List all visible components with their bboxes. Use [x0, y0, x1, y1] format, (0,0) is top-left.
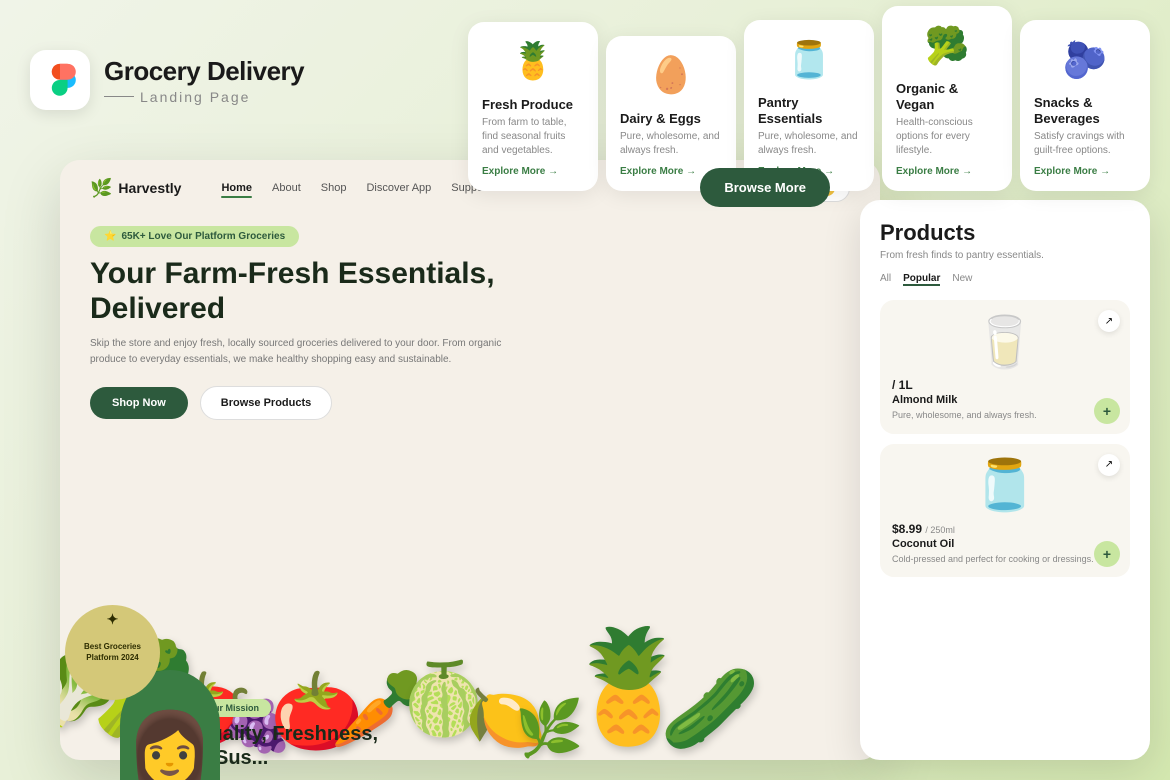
pantry-image: 🫙 [774, 32, 844, 87]
category-cards: 🍍 Fresh Produce From farm to table, find… [448, 0, 1170, 191]
fresh-produce-image: 🍍 [498, 34, 568, 89]
nav-logo-icon: 🌿 [90, 178, 112, 199]
nav-link-about[interactable]: About [272, 182, 301, 194]
dairy-eggs-title: Dairy & Eggs [620, 111, 701, 127]
coconut-oil-price: $8.99 / 250ml [892, 522, 1118, 536]
app-title: Grocery Delivery [104, 56, 304, 87]
almond-milk-desc: Pure, wholesome, and always fresh. [892, 410, 1118, 422]
our-mission-title: Quality, Freshness, & Sus... [195, 722, 378, 770]
person-emoji: 👩 [126, 708, 213, 780]
coconut-oil-desc: Cold-pressed and perfect for cooking or … [892, 554, 1118, 566]
nav-logo: 🌿 Harvestly [90, 178, 181, 199]
products-tab-all[interactable]: All [880, 273, 891, 286]
fresh-produce-desc: From farm to table, find seasonal fruits… [482, 116, 584, 158]
products-tab-popular[interactable]: Popular [903, 273, 940, 286]
mission-badge-text: Best Groceries Platform 2024 [78, 642, 148, 663]
pantry-title: Pantry Essentials [758, 95, 860, 126]
browse-more-button[interactable]: Browse More [700, 168, 830, 207]
hero-description: Skip the store and enjoy fresh, locally … [90, 336, 510, 368]
product-card-almond-milk: ↗ 🥛 / 1L Almond Milk Pure, wholesome, an… [880, 300, 1130, 434]
hero-star-icon: ⭐ [104, 231, 116, 242]
organic-image: 🥦 [912, 18, 982, 73]
dairy-eggs-desc: Pure, wholesome, and always fresh. [620, 130, 722, 158]
fresh-produce-explore[interactable]: Explore More → [482, 166, 558, 177]
category-card-fresh-produce[interactable]: 🍍 Fresh Produce From farm to table, find… [468, 22, 598, 192]
product-card-almond-arrow[interactable]: ↗ [1098, 310, 1120, 332]
nav-link-shop[interactable]: Shop [321, 182, 347, 194]
fresh-produce-title: Fresh Produce [482, 97, 573, 113]
pantry-desc: Pure, wholesome, and always fresh. [758, 130, 860, 158]
dairy-eggs-explore[interactable]: Explore More → [620, 166, 696, 177]
products-tabs: All Popular New [880, 273, 1130, 286]
mission-badge-circle: ✦ Best Groceries Platform 2024 [65, 605, 160, 700]
almond-milk-unit: / 1L [892, 378, 1118, 392]
organic-title: Organic & Vegan [896, 81, 998, 112]
coconut-oil-image: 🫙 [892, 456, 1118, 516]
organic-explore[interactable]: Explore More → [896, 166, 972, 177]
shop-now-button[interactable]: Shop Now [90, 387, 188, 419]
header-area: Grocery Delivery Landing Page [30, 50, 304, 110]
almond-milk-add-button[interactable]: + [1094, 398, 1120, 424]
browse-products-button[interactable]: Browse Products [200, 386, 332, 420]
hero-buttons: Shop Now Browse Products [90, 386, 850, 420]
products-panel-title: Products [880, 220, 1130, 246]
snacks-explore[interactable]: Explore More → [1034, 166, 1110, 177]
product-card-coconut-oil: ↗ 🫙 $8.99 / 250ml Coconut Oil Cold-press… [880, 444, 1130, 578]
category-card-pantry[interactable]: 🫙 Pantry Essentials Pure, wholesome, and… [744, 20, 874, 191]
hero-badge: ⭐ 65K+ Love Our Platform Groceries [90, 226, 299, 247]
category-card-snacks[interactable]: 🫐 Snacks & Beverages Satisfy cravings wi… [1020, 20, 1150, 191]
products-panel: Products From fresh finds to pantry esse… [860, 200, 1150, 760]
products-panel-subtitle: From fresh finds to pantry essentials. [880, 250, 1130, 261]
snacks-image: 🫐 [1050, 32, 1120, 87]
veggie-zucchini: 🥒 [660, 662, 760, 756]
snacks-title: Snacks & Beverages [1034, 95, 1136, 126]
hero-title: Your Farm-Fresh Essentials, Delivered [90, 257, 610, 326]
landing-mockup: 🌿 Harvestly Home About Shop Discover App… [60, 160, 880, 760]
app-subtitle: Landing Page [104, 89, 304, 105]
subtitle-line [104, 96, 134, 97]
organic-desc: Health-conscious options for every lifes… [896, 116, 998, 158]
category-card-organic[interactable]: 🥦 Organic & Vegan Health-conscious optio… [882, 6, 1012, 191]
products-tab-new[interactable]: New [952, 273, 972, 286]
product-card-coconut-arrow[interactable]: ↗ [1098, 454, 1120, 476]
snacks-desc: Satisfy cravings with guilt-free options… [1034, 130, 1136, 158]
nav-logo-text: Harvestly [118, 180, 181, 196]
our-mission-section: Our Mission Quality, Freshness, & Sus... [195, 698, 378, 770]
almond-milk-image: 🥛 [892, 312, 1118, 372]
title-block: Grocery Delivery Landing Page [104, 56, 304, 105]
mission-star-icon: ✦ [107, 610, 119, 628]
almond-milk-name: Almond Milk [892, 394, 1118, 406]
mission-badge-area: ✦ Best Groceries Platform 2024 [65, 605, 160, 700]
coconut-oil-name: Coconut Oil [892, 538, 1118, 550]
dairy-eggs-image: 🥚 [636, 48, 706, 103]
figma-logo [30, 50, 90, 110]
nav-link-home[interactable]: Home [221, 182, 252, 194]
nav-link-discover[interactable]: Discover App [366, 182, 431, 194]
